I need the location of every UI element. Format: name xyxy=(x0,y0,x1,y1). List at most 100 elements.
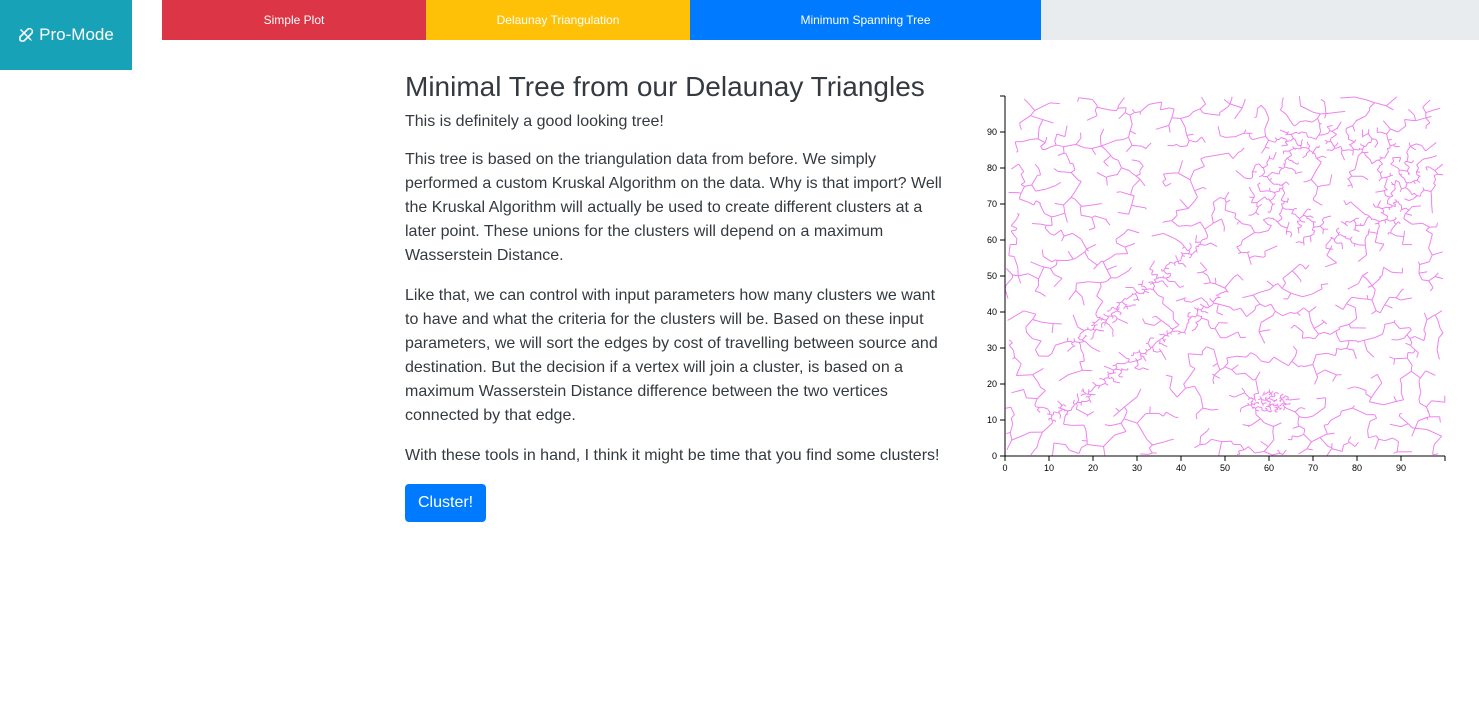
tree-edge xyxy=(1330,414,1341,421)
tree-edge xyxy=(1008,255,1015,257)
tree-edge xyxy=(1270,398,1273,401)
tree-edge xyxy=(1113,381,1121,384)
tree-edge xyxy=(1115,239,1118,244)
tree-edge xyxy=(1245,352,1252,358)
tree-edge xyxy=(1106,265,1117,271)
tree-edge xyxy=(1326,247,1331,250)
tree-edge xyxy=(1298,365,1301,368)
tree-edge xyxy=(1034,398,1038,406)
tree-edge xyxy=(1419,261,1430,265)
tree-edge xyxy=(1145,349,1148,352)
tree-edge xyxy=(1166,440,1169,442)
tree-edge xyxy=(1414,349,1419,353)
cluster-button[interactable]: Cluster! xyxy=(405,484,487,522)
tree-edge xyxy=(1345,131,1350,137)
tree-edge xyxy=(1130,354,1133,357)
tree-edge xyxy=(1425,117,1431,124)
tree-edge xyxy=(1131,195,1135,206)
tree-edge xyxy=(1105,219,1111,226)
tree-edge xyxy=(1093,325,1096,327)
tree-edge xyxy=(1081,214,1091,218)
tree-edge xyxy=(1072,163,1076,171)
tree-edge xyxy=(1079,361,1083,371)
tree-edge xyxy=(1369,401,1384,406)
tree-edge xyxy=(1343,441,1350,446)
tree-edge xyxy=(1182,263,1187,268)
tree-edge xyxy=(1094,107,1098,111)
x-tick-label: 90 xyxy=(1396,463,1406,473)
tab-minimum-spanning-tree[interactable]: Minimum Spanning Tree xyxy=(690,0,1041,40)
tree-edge xyxy=(1050,266,1054,269)
tree-edge xyxy=(1267,227,1271,231)
tree-edge xyxy=(1264,118,1270,130)
tree-edge xyxy=(1011,163,1019,170)
tree-edge xyxy=(1094,324,1098,326)
tree-edge xyxy=(1051,259,1056,263)
tree-edge xyxy=(1059,181,1062,184)
tree-edge xyxy=(1220,290,1228,294)
tree-edge xyxy=(1241,148,1244,151)
pro-mode-button[interactable]: Pro-Mode xyxy=(0,0,132,70)
tree-edge xyxy=(1168,117,1173,126)
tree-edge xyxy=(1401,288,1405,291)
tree-edge xyxy=(1086,342,1092,348)
tree-edge xyxy=(1425,229,1433,235)
tree-edge xyxy=(1186,321,1190,325)
tree-edge xyxy=(1100,145,1107,151)
tree-edge xyxy=(1365,142,1369,147)
tree-edge xyxy=(1305,415,1314,419)
tree-edge xyxy=(1327,352,1336,357)
tree-edge xyxy=(1303,214,1308,218)
tree-edge xyxy=(1386,128,1391,135)
tree-edge xyxy=(1034,404,1037,408)
tree-edge xyxy=(1099,282,1102,287)
tree-edge xyxy=(1296,216,1300,219)
tree-edge xyxy=(1072,399,1075,404)
tree-edge xyxy=(1176,208,1189,212)
tree-edge xyxy=(1284,166,1290,169)
tree-edge xyxy=(1361,298,1368,300)
tree-edge xyxy=(1267,303,1272,307)
tree-edge xyxy=(1312,364,1318,375)
tree-edge xyxy=(1028,273,1039,280)
tree-edge xyxy=(1085,393,1089,395)
tree-edge xyxy=(1134,364,1139,369)
tree-edge xyxy=(1309,215,1314,219)
tree-edge xyxy=(1237,331,1241,338)
tree-edge xyxy=(1300,365,1305,367)
tree-edge xyxy=(1102,256,1112,263)
tree-edge xyxy=(1397,201,1400,205)
tree-edge xyxy=(1319,437,1324,442)
tree-edge xyxy=(1400,298,1408,301)
tree-edge xyxy=(1370,140,1372,143)
tree-edge xyxy=(1398,221,1401,225)
tree-edge xyxy=(1071,341,1073,343)
tree-edge xyxy=(1228,152,1234,159)
tree-edge xyxy=(1392,188,1396,192)
tree-edge xyxy=(1224,198,1227,203)
tree-edge xyxy=(1056,133,1065,138)
tree-edge xyxy=(1387,140,1391,146)
tree-edge xyxy=(1272,399,1275,401)
tree-edge xyxy=(1376,374,1383,384)
tree-edge xyxy=(1413,179,1418,182)
tree-edge xyxy=(1289,208,1294,211)
tree-edge xyxy=(1100,318,1103,321)
tree-edge xyxy=(1013,256,1019,268)
tree-edge xyxy=(1199,108,1204,114)
tab-simple-plot[interactable]: Simple Plot xyxy=(162,0,426,40)
tree-edge xyxy=(1018,273,1029,277)
tree-edge xyxy=(1097,318,1101,321)
tree-edge xyxy=(1389,296,1397,299)
tree-edge xyxy=(1263,446,1269,452)
tree-edge xyxy=(1332,110,1346,114)
tab-delaunay-triangulation[interactable]: Delaunay Triangulation xyxy=(426,0,690,40)
tree-edge xyxy=(1205,438,1212,445)
tree-edge xyxy=(1379,304,1386,314)
tree-edge xyxy=(1396,441,1399,452)
tree-edge xyxy=(1124,406,1128,412)
tree-edge xyxy=(1013,235,1018,239)
tree-edge xyxy=(1112,320,1116,324)
tree-edge xyxy=(1028,201,1034,206)
tree-edge xyxy=(1345,125,1353,129)
